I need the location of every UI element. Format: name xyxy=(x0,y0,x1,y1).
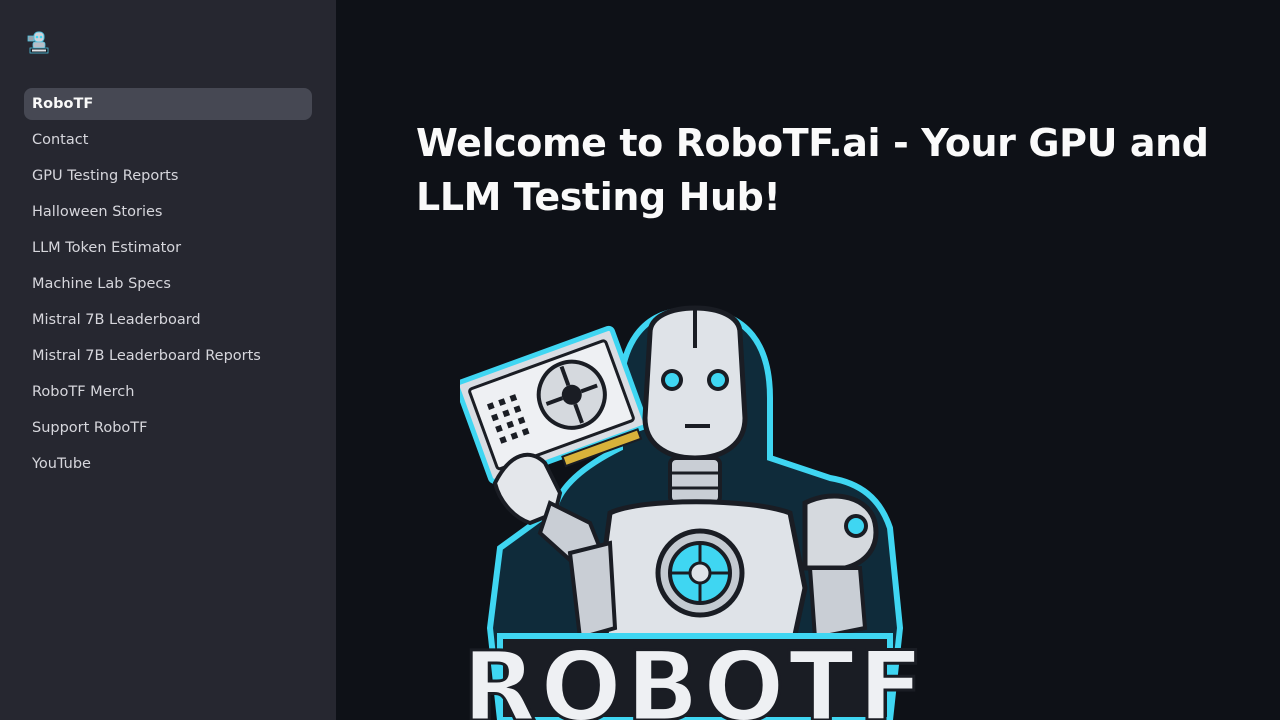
sidebar-nav: RoboTF Contact GPU Testing Reports Hallo… xyxy=(24,88,312,484)
sidebar-item-robotf-merch[interactable]: RoboTF Merch xyxy=(24,376,312,408)
robotf-logo-small[interactable] xyxy=(27,30,51,54)
sidebar-item-halloween-stories[interactable]: Halloween Stories xyxy=(24,196,312,228)
sidebar-item-mistral-7b-leaderboard-reports[interactable]: Mistral 7B Leaderboard Reports xyxy=(24,340,312,372)
sidebar: RoboTF Contact GPU Testing Reports Hallo… xyxy=(0,0,336,720)
sidebar-item-support-robotf[interactable]: Support RoboTF xyxy=(24,412,312,444)
page-title: Welcome to RoboTF.ai - Your GPU and LLM … xyxy=(416,121,1209,219)
sidebar-item-gpu-testing-reports[interactable]: GPU Testing Reports xyxy=(24,160,312,192)
robot-neck xyxy=(668,456,722,505)
robotf-hero-logo: ROBOTF xyxy=(460,305,927,720)
robot-head xyxy=(642,305,748,461)
sidebar-item-contact[interactable]: Contact xyxy=(24,124,312,156)
main-content: Welcome to RoboTF.ai - Your GPU and LLM … xyxy=(336,0,1280,720)
robotf-wordmark-logo: ROBOTF xyxy=(461,630,927,720)
app: RoboTF Contact GPU Testing Reports Hallo… xyxy=(0,0,1280,720)
sidebar-item-machine-lab-specs[interactable]: Machine Lab Specs xyxy=(24,268,312,300)
sidebar-item-llm-token-estimator[interactable]: LLM Token Estimator xyxy=(24,232,312,264)
svg-text:ROBOTF: ROBOTF xyxy=(462,631,927,720)
sidebar-item-youtube[interactable]: YouTube xyxy=(24,448,312,480)
robot-left-arm xyxy=(567,540,618,641)
sidebar-item-robotf[interactable]: RoboTF xyxy=(24,88,312,120)
sidebar-item-mistral-7b-leaderboard[interactable]: Mistral 7B Leaderboard xyxy=(24,304,312,336)
